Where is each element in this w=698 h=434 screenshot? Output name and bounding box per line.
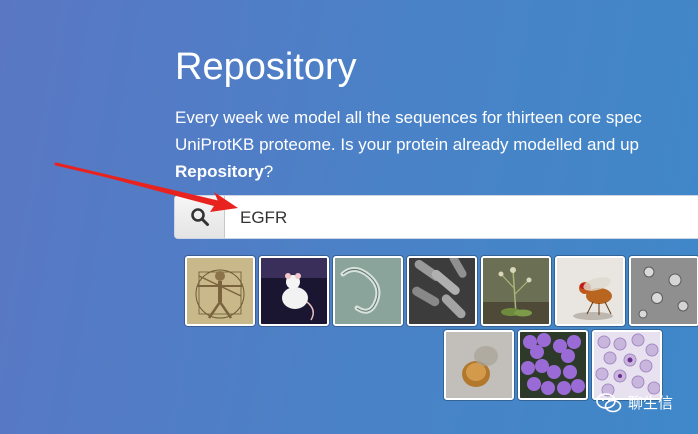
frog-embryo-image	[446, 332, 512, 398]
search-icon	[191, 208, 209, 226]
organism-thumbnail-frog-egg[interactable]	[444, 330, 514, 400]
repository-link-text: Repository	[175, 162, 264, 181]
arabidopsis-image	[483, 258, 549, 324]
organism-thumbnail-bacteria[interactable]	[407, 256, 477, 326]
yeast-cells-image	[631, 258, 697, 324]
watermark: 聊生信	[596, 392, 673, 413]
search-bar	[174, 195, 698, 239]
bacteria-rods-image	[409, 258, 475, 324]
nematode-image	[335, 258, 401, 324]
search-button[interactable]	[175, 196, 225, 238]
organism-thumbnail-yeast[interactable]	[629, 256, 698, 326]
wechat-icon	[596, 392, 622, 412]
mouse-image	[261, 258, 327, 324]
staphylococcus-image	[520, 332, 586, 398]
organism-thumbnail-fruit-fly[interactable]	[555, 256, 625, 326]
organism-thumbnail-plant[interactable]	[481, 256, 551, 326]
page-description: Every week we model all the sequences fo…	[175, 104, 698, 185]
organism-thumbnail-human[interactable]	[185, 256, 255, 326]
drosophila-image	[557, 258, 623, 324]
organism-thumbnail-staphylococcus[interactable]	[518, 330, 588, 400]
page-title: Repository	[175, 46, 357, 88]
description-line-1: Every week we model all the sequences fo…	[175, 108, 642, 127]
watermark-text: 聊生信	[628, 395, 674, 412]
description-line-3: Repository?	[175, 158, 698, 185]
organism-thumbnail-blood-smear[interactable]	[592, 330, 662, 400]
organism-thumbnail-mouse[interactable]	[259, 256, 329, 326]
description-question-mark: ?	[263, 162, 274, 181]
description-line-2: UniProtKB proteome. Is your protein alre…	[175, 135, 639, 154]
blood-smear-image	[594, 332, 660, 398]
search-input[interactable]	[225, 196, 698, 238]
vitruvian-man-image	[187, 258, 253, 324]
organism-thumbnail-worm[interactable]	[333, 256, 403, 326]
